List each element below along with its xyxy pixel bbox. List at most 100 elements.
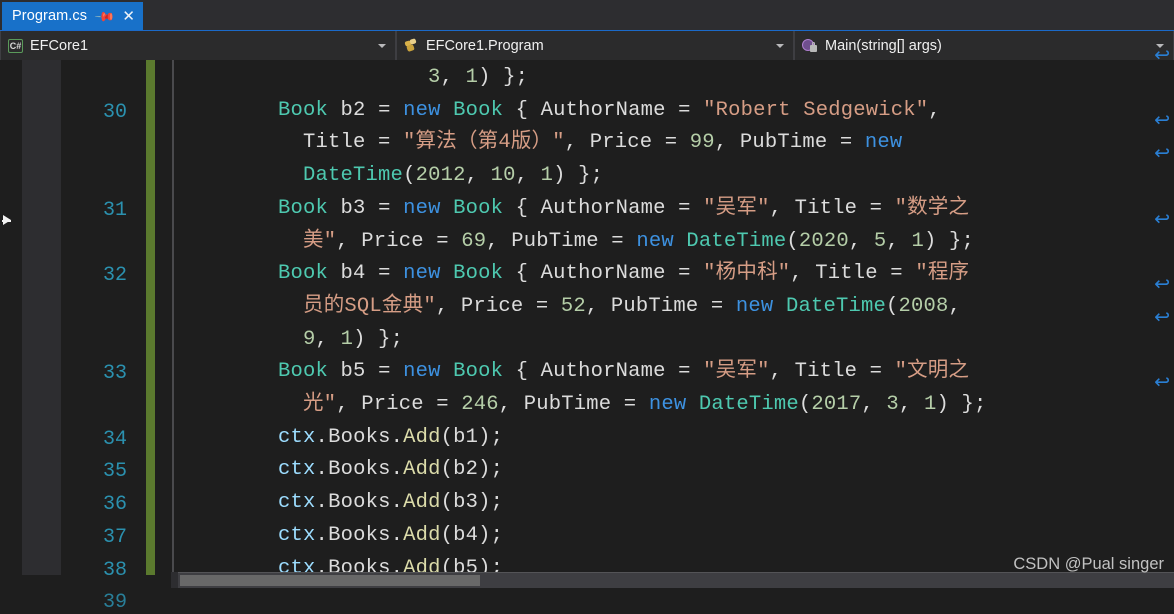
code-token: , PubTime = [486,229,637,253]
code-token: b2 [453,458,479,482]
code-token: 99 [689,131,715,155]
navigation-bar: C# EFCore1 EFCore1.Program Main(string[]… [0,31,1174,60]
code-token: ); [478,491,504,515]
code-token: Add [403,523,441,547]
code-line: 3, 1) }; [178,66,528,89]
code-token: , Title = [769,360,895,384]
code-token: ctx [278,491,316,515]
member-dropdown[interactable]: Main(string[] args) [794,31,1174,60]
method-private-icon [802,38,818,53]
code-token: , PubTime = [714,131,865,155]
code-token: ) }; [353,327,404,351]
code-token: 3 [886,393,899,416]
code-token: 52 [560,294,586,318]
code-token: . [390,523,404,547]
code-token: ( [786,229,799,253]
tab-label: Program.cs [12,8,88,24]
code-token: b4 [328,262,379,286]
code-token: 2017 [811,393,862,416]
code-token: , Title = [790,262,916,286]
word-wrap-arrow-icon: ↩ [1154,142,1170,165]
code-token: b1 [453,425,479,449]
code-token: Books [328,425,391,449]
type-dropdown-label: EFCore1.Program [426,37,544,54]
code-token: Book [453,196,504,220]
word-wrap-arrow-icon: ↩ [1154,44,1170,66]
editor-tab-strip: Program.cs 📌 ✕ [0,0,1174,31]
code-token: , [898,393,924,416]
line-number: 33 [102,362,127,386]
word-wrap-arrow-icon: ↩ [1154,305,1170,328]
pin-icon[interactable]: 📌 [94,5,116,27]
code-token: ctx [278,523,316,547]
code-token: "文明之 [894,360,970,384]
horizontal-scrollbar[interactable] [178,572,1174,588]
code-token: { AuthorName = [503,262,704,286]
code-token: Books [328,491,391,515]
gutter-separator [172,60,174,575]
code-token: 2008 [898,294,949,318]
code-token: Title = [178,131,404,155]
code-token: ( [440,458,454,482]
code-token: new [403,98,441,122]
chevron-down-icon [776,43,784,48]
code-line: Title = "算法（第4版）", Price = 99, PubTime =… [178,133,902,154]
code-token: DateTime [686,229,787,253]
code-token: , [440,66,466,89]
tab-program-cs[interactable]: Program.cs 📌 ✕ [2,2,143,30]
line-number: 35 [102,460,127,484]
code-token: ( [885,294,899,318]
code-token: { AuthorName = [503,360,704,384]
code-token: ctx [278,425,316,449]
project-dropdown[interactable]: C# EFCore1 [0,31,396,60]
code-token: new [403,262,441,286]
code-token: , Price = [336,229,462,253]
type-dropdown[interactable]: EFCore1.Program [396,31,794,60]
code-token: ); [478,523,504,547]
code-token: ) }; [936,393,987,416]
csharp-project-icon: C# [8,38,23,53]
code-line: Book b3 = new Book { AuthorName = "吴军", … [178,196,969,220]
code-token: 2012 [415,164,466,188]
member-dropdown-label: Main(string[] args) [825,37,942,54]
word-wrap-arrow-icon: ↩ [1154,109,1170,132]
code-token: , [886,229,912,253]
code-token: 10 [490,164,516,188]
code-token: "算法（第4版）" [403,131,565,155]
code-token: = [378,262,404,286]
code-token: "杨中科" [703,262,791,286]
code-token: Add [403,491,441,515]
code-line: Book b2 = new Book { AuthorName = "Rober… [178,98,941,122]
line-number: 36 [102,493,127,517]
code-token: new [403,196,441,220]
code-token: ctx [278,458,316,482]
code-token: , PubTime = [498,393,649,416]
horizontal-scrollbar-thumb[interactable] [180,575,480,586]
code-token: new [636,229,674,253]
close-icon[interactable]: ✕ [122,8,135,24]
breakpoint-gutter[interactable] [22,60,61,575]
code-token: b5 [328,360,379,384]
code-token: . [390,425,404,449]
code-token: , [861,393,887,416]
code-token: . [390,491,404,515]
code-text-area[interactable]: 3, 1) }; Book b2 = new Book { AuthorName… [178,60,1174,575]
code-token: , [315,327,341,351]
code-token: = [378,360,404,384]
code-token: , Title = [769,196,895,220]
code-token: Books [328,523,391,547]
code-token: 9 [303,327,316,351]
